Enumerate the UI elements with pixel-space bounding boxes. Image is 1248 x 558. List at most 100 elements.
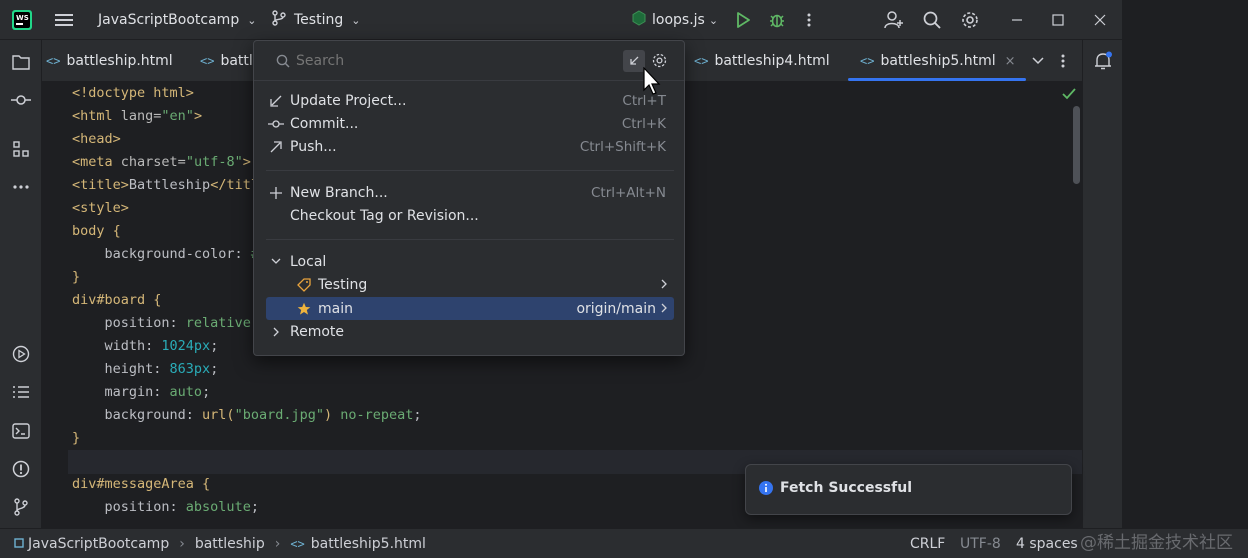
code-token: <!doctype html> — [72, 85, 194, 101]
code-token: 1024px — [161, 338, 211, 354]
code-token: ; — [250, 499, 259, 515]
structure-icon[interactable] — [11, 139, 31, 159]
code-token: background-color: — [72, 246, 251, 262]
code-token: } — [72, 269, 81, 285]
app-logo-icon[interactable]: WS — [12, 0, 32, 40]
code-line: <!doctype html> — [72, 82, 194, 105]
code-token: position: — [72, 499, 186, 515]
push-arrow-icon — [266, 140, 286, 153]
line-separator-label: CRLF — [910, 536, 946, 552]
commit-item[interactable]: Commit... Ctrl+K — [266, 112, 674, 135]
code-line: <style> — [72, 197, 129, 220]
checkout-tag-item[interactable]: Checkout Tag or Revision... — [266, 204, 674, 227]
popup-search-input[interactable] — [296, 50, 596, 72]
status-bar: JavaScriptBootcamp › battleship › <> bat… — [0, 528, 1248, 558]
project-folder-icon[interactable] — [11, 52, 31, 72]
code-line: <title>Battleship</title> — [72, 174, 275, 197]
terminal-icon[interactable] — [11, 421, 31, 441]
chevron-down-icon[interactable] — [1032, 40, 1044, 82]
maximize-icon[interactable] — [1052, 0, 1064, 40]
new-branch-item[interactable]: New Branch... Ctrl+Alt+N — [266, 181, 674, 204]
run-config-widget[interactable]: loops.js ⌄ — [632, 0, 718, 40]
project-name: JavaScriptBootcamp — [98, 12, 240, 28]
tab-label: battleship.html — [66, 53, 173, 69]
code-token: <style> — [72, 200, 129, 216]
settings-gear-icon[interactable] — [961, 0, 979, 40]
shortcut: Ctrl+T — [622, 92, 666, 109]
tab-options-icon[interactable] — [1060, 40, 1066, 82]
code-token: ) — [323, 407, 333, 423]
problems-icon[interactable] — [11, 459, 31, 479]
desktop-background — [1122, 0, 1248, 558]
code-line: position: relative; — [72, 312, 259, 335]
breadcrumb-folder[interactable]: battleship — [195, 536, 265, 552]
run-config-name: loops.js — [652, 12, 705, 28]
push-item[interactable]: Push... Ctrl+Shift+K — [266, 135, 674, 158]
breadcrumb-file[interactable]: battleship5.html — [311, 536, 426, 552]
action-label: New Branch... — [290, 184, 388, 201]
notification-message: Fetch Successful — [780, 480, 912, 496]
line-separator-indicator[interactable]: CRLF — [910, 529, 945, 558]
remote-branches-group[interactable]: Remote — [266, 320, 674, 343]
watermark: @稀土掘金技术社区 — [1080, 532, 1233, 553]
tab-battleship-html[interactable]: <> battleship.html — [46, 40, 173, 82]
tab-label: battleship4.html — [714, 53, 830, 69]
minimize-icon[interactable] — [1011, 0, 1023, 40]
action-label: Checkout Tag or Revision... — [290, 207, 479, 224]
fetch-notification[interactable]: Fetch Successful — [745, 464, 1072, 515]
notifications-bell-icon[interactable] — [1093, 51, 1113, 71]
close-window-icon[interactable] — [1094, 0, 1106, 40]
indent-indicator[interactable]: 4 spaces — [1016, 529, 1078, 558]
action-label: Push... — [290, 138, 337, 155]
more-tools-icon[interactable] — [11, 177, 31, 197]
code-line: <meta charset="utf-8"> — [72, 151, 251, 174]
code-token: } — [72, 430, 81, 446]
code-token: absolute — [185, 499, 251, 515]
project-widget[interactable]: JavaScriptBootcamp ⌄ — [98, 0, 256, 40]
code-line: <head> — [72, 128, 121, 151]
popup-search-bar — [254, 41, 684, 95]
tab-battleship5-html[interactable]: <> battleship5.html × — [848, 40, 1025, 82]
update-project-item[interactable]: Update Project... Ctrl+T — [266, 89, 674, 112]
code-line: body { — [72, 220, 121, 243]
run-icon[interactable] — [736, 0, 750, 40]
html-file-icon: <> — [694, 54, 709, 68]
code-line: position: absolute; — [72, 496, 259, 519]
code-token: ; — [202, 384, 211, 400]
branch-item-main[interactable]: main origin/main — [266, 297, 674, 320]
todo-list-icon[interactable] — [11, 382, 31, 402]
html-file-icon: <> — [46, 54, 61, 68]
local-branches-group[interactable]: Local — [266, 250, 674, 273]
code-token: charset= — [120, 154, 186, 170]
debug-icon[interactable] — [768, 0, 786, 40]
code-line: <html lang="en"> — [72, 105, 202, 128]
code-line: margin: auto; — [72, 381, 211, 404]
encoding-label: UTF-8 — [960, 536, 1001, 552]
indent-label: 4 spaces — [1016, 536, 1078, 552]
search-icon[interactable] — [923, 0, 941, 40]
code-token: <head> — [72, 131, 121, 147]
main-menu-icon[interactable] — [55, 0, 73, 40]
add-user-icon[interactable] — [884, 0, 904, 40]
more-actions-icon[interactable] — [806, 0, 812, 40]
code-line: div#board { — [72, 289, 161, 312]
tab-battleship4-html[interactable]: <> battleship4.html — [694, 40, 830, 82]
run-services-icon[interactable] — [11, 344, 31, 364]
encoding-indicator[interactable]: UTF-8 — [960, 529, 1001, 558]
commit-icon[interactable] — [11, 90, 31, 110]
editor-scrollbar[interactable] — [1073, 106, 1080, 184]
code-line: width: 1024px; — [72, 335, 219, 358]
branch-item-testing[interactable]: Testing — [266, 273, 674, 296]
git-branch-icon[interactable] — [11, 497, 31, 517]
update-arrow-icon — [266, 95, 286, 107]
code-line: height: 863px; — [72, 358, 219, 381]
close-tab-icon[interactable]: × — [1005, 54, 1016, 69]
vcs-branch-widget[interactable]: Testing ⌄ — [272, 0, 360, 40]
code-token: "en" — [161, 108, 194, 124]
no-problems-check-icon — [1062, 88, 1076, 104]
code-token: body — [72, 223, 113, 239]
breadcrumb-project[interactable]: JavaScriptBootcamp — [28, 536, 169, 552]
svg-text:WS: WS — [16, 14, 29, 22]
code-token: 863px — [169, 361, 211, 377]
plus-icon — [266, 186, 286, 199]
